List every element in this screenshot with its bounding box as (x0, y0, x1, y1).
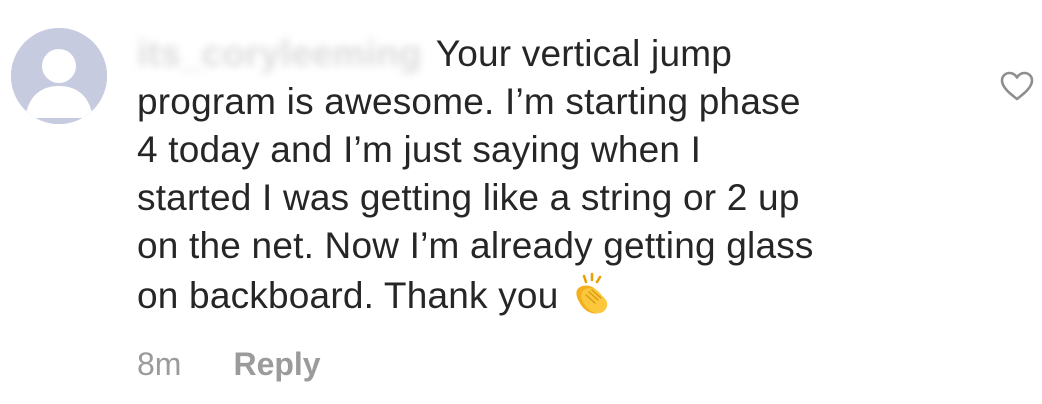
comment-meta: 8m Reply (137, 344, 321, 384)
comment-text-line-1: Your vertical jump (435, 33, 733, 74)
comment-text-line-2: program is awesome. I’m starting phase (137, 81, 801, 122)
comment-text-line-4: started I was getting like a string or 2… (137, 177, 800, 218)
comment-text-line-5: on the net. Now I’m already getting glas… (137, 225, 814, 266)
clapping-hands-icon (568, 270, 614, 328)
default-avatar-icon (11, 28, 107, 124)
like-button[interactable] (1000, 71, 1034, 101)
comment-body: its_coryleeming Your vertical jump progra… (137, 30, 927, 328)
comment: its_coryleeming Your vertical jump progra… (0, 0, 1042, 404)
comment-text-line-3: 4 today and I’m just saying when I (137, 129, 702, 170)
comment-text-line-6: on backboard. Thank you (137, 275, 559, 316)
avatar[interactable] (11, 28, 107, 124)
comment-username[interactable]: its_coryleeming (137, 30, 422, 78)
reply-button[interactable]: Reply (233, 346, 320, 382)
heart-outline-icon (1000, 71, 1034, 101)
comment-timestamp: 8m (137, 346, 182, 382)
